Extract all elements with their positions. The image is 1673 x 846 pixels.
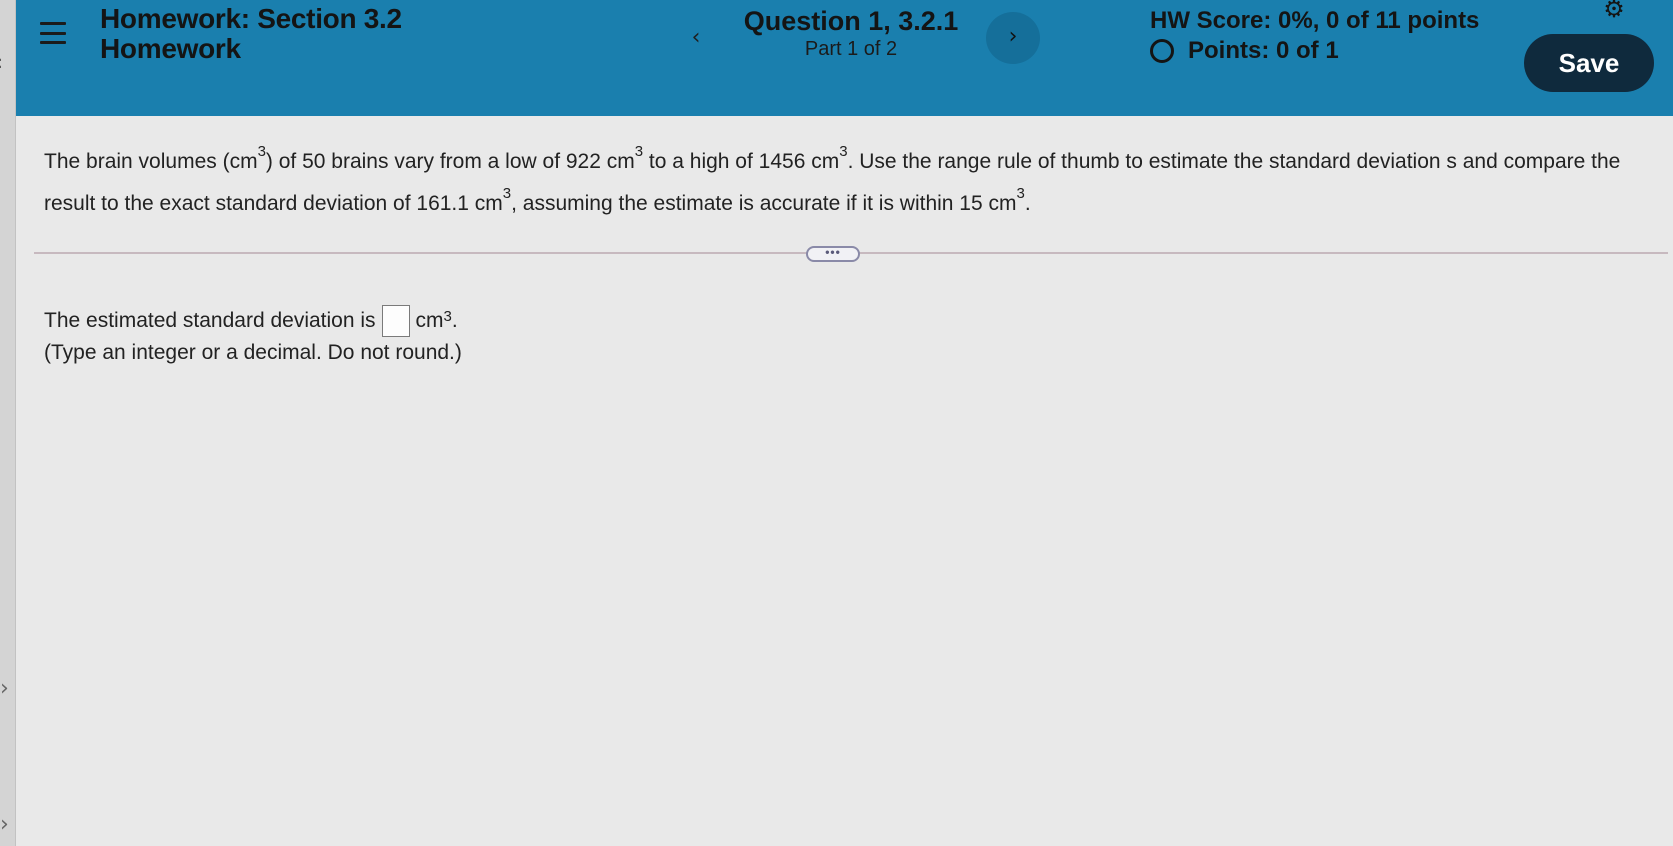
question-title: Question 1, 3.2.1 Part 1 of 2 — [736, 4, 966, 60]
answer-line: The estimated standard deviation is cm 3. — [44, 304, 462, 338]
question-text-part: The brain volumes (cm — [44, 150, 258, 173]
top-header-bar: Homework: Section 3.2 Homework ‹ Questio… — [16, 0, 1673, 116]
gear-icon[interactable]: ⚙ — [1600, 0, 1628, 22]
hamburger-icon[interactable] — [40, 22, 66, 44]
points-value: Points: 0 of 1 — [1188, 37, 1339, 64]
expand-button[interactable]: ••• — [806, 246, 860, 262]
answer-prefix: The estimated standard deviation is — [44, 309, 376, 332]
hw-score: HW Score: 0%, 0 of 11 points — [1150, 7, 1480, 34]
homework-title-line2: Homework — [100, 33, 241, 64]
question-text-part: ) of 50 brains vary from a low of 922 cm — [265, 150, 635, 173]
left-sidebar-strip: : › › — [0, 0, 16, 846]
exponent: 3 — [257, 143, 266, 160]
homework-title: Homework: Section 3.2 Homework — [100, 4, 402, 64]
sidebar-expand-icon[interactable]: › — [0, 676, 9, 701]
exponent: 3 — [1016, 185, 1025, 202]
sidebar-expand-icon-2[interactable]: › — [0, 812, 9, 837]
question-number: Question 1, 3.2.1 — [743, 6, 959, 36]
exponent: 3 — [634, 143, 644, 160]
exponent: 3 — [839, 143, 848, 160]
homework-title-line1: Homework: Section 3.2 — [100, 3, 402, 34]
answer-period: . — [451, 309, 458, 332]
answer-hint: (Type an integer or a decimal. Do not ro… — [44, 341, 462, 364]
question-text-part: . — [1024, 192, 1031, 215]
exponent: 3 — [443, 308, 452, 325]
question-text-part: , assuming the estimate is accurate if i… — [511, 192, 1017, 215]
answer-input[interactable] — [381, 305, 410, 337]
question-text-part: to a high of 1456 cm — [643, 150, 840, 173]
answer-area: The estimated standard deviation is cm 3.… — [44, 304, 462, 368]
chevron-left-icon[interactable]: ‹ — [679, 22, 713, 56]
exponent: 3 — [502, 185, 512, 202]
sidebar-marker-icon: : — [0, 52, 11, 73]
question-text: The brain volumes (cm3) of 50 brains var… — [44, 138, 1664, 222]
circle-icon — [1150, 39, 1174, 63]
points-row: Points: 0 of 1 — [1150, 36, 1479, 66]
answer-unit: cm — [415, 309, 444, 332]
part-label: Part 1 of 2 — [804, 38, 898, 60]
chevron-right-icon[interactable]: › — [986, 12, 1040, 64]
score-panel: HW Score: 0%, 0 of 11 points Points: 0 o… — [1150, 6, 1479, 66]
save-button[interactable]: Save — [1524, 34, 1654, 92]
